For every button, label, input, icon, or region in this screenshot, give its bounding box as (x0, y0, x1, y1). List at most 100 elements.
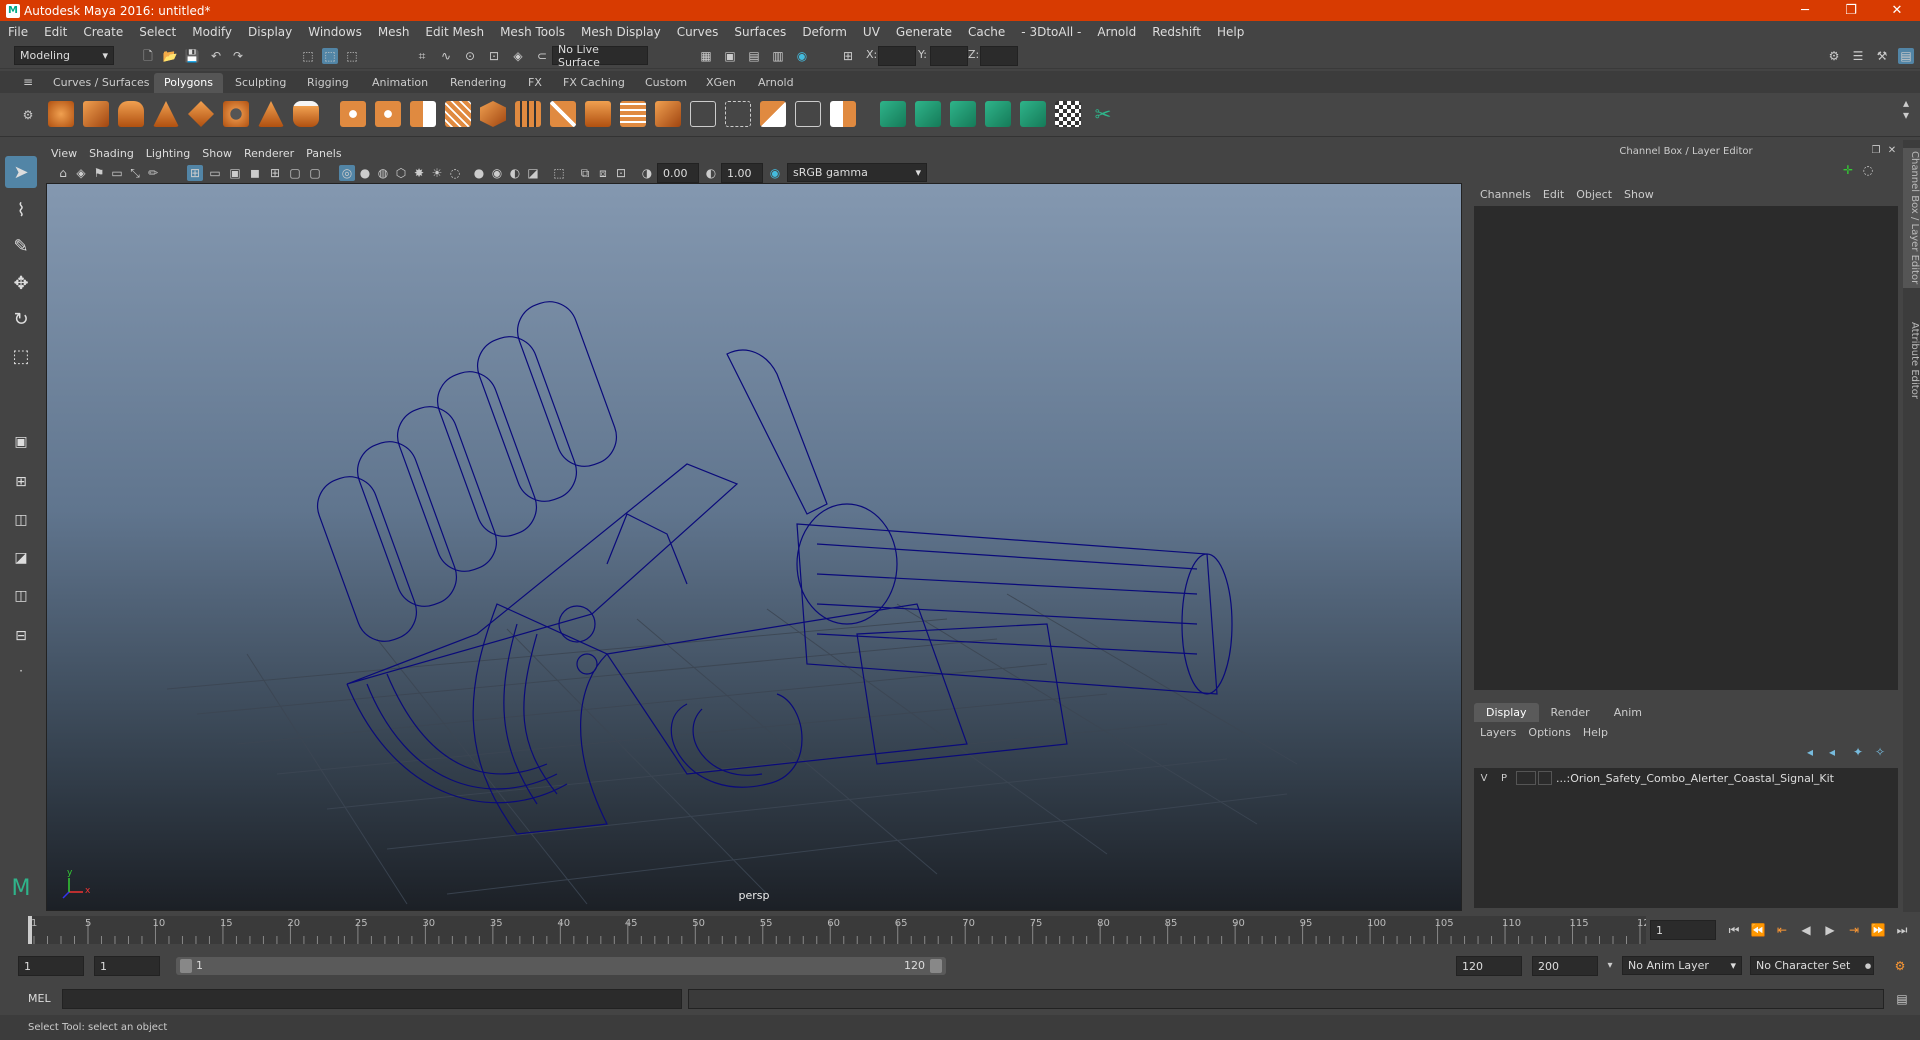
play-forwards-icon[interactable]: ▶ (1822, 922, 1838, 938)
shelf-tab-animation[interactable]: Animation (362, 73, 438, 93)
menu-generate[interactable]: Generate (888, 25, 960, 39)
poly-cube-icon[interactable] (83, 101, 109, 127)
menu-mesh-display[interactable]: Mesh Display (573, 25, 669, 39)
step-back-icon[interactable]: ⏪ (1750, 922, 1766, 938)
view-transform-dropdown[interactable]: sRGB gamma ▾ (787, 163, 927, 182)
safe-title-icon[interactable]: ▢ (307, 165, 323, 181)
options-menu[interactable]: Options (1522, 726, 1576, 739)
exposure-icon[interactable]: ◑ (639, 165, 655, 181)
menu-arnold[interactable]: Arnold (1089, 25, 1144, 39)
select-hierarchy-icon[interactable]: ⬚ (300, 48, 316, 64)
camera-attributes-icon[interactable]: ◈ (73, 165, 89, 181)
menu-curves[interactable]: Curves (669, 25, 727, 39)
edit-menu[interactable]: Edit (1537, 188, 1570, 201)
grease-pencil-icon[interactable]: ✏ (145, 165, 161, 181)
layer-type-toggle[interactable] (1516, 771, 1536, 785)
animation-end-field[interactable]: 200 (1532, 956, 1598, 976)
panel-menu-panels[interactable]: Panels (300, 147, 347, 160)
two-d-pan-zoom-icon[interactable]: ⤡ (127, 165, 143, 181)
insert-edge-loop-icon[interactable] (620, 101, 646, 127)
channel-box-toggle-icon[interactable]: ▤ (1898, 48, 1914, 64)
layer-tab-anim[interactable]: Anim (1602, 703, 1654, 722)
side-tab-attribute-editor[interactable]: Attribute Editor (1903, 310, 1920, 410)
character-set-dropdown[interactable]: No Character Set (1750, 956, 1874, 975)
resolution-gate-icon[interactable]: ▣ (227, 165, 243, 181)
render-frame-icon[interactable]: ▣ (722, 48, 738, 64)
uv-editor-layout-icon[interactable]: ⊟ (5, 620, 37, 652)
rotate-tool-icon[interactable]: ↻ (5, 303, 37, 335)
snap-surface-icon[interactable]: ◈ (510, 48, 526, 64)
menu-3dtoall[interactable]: - 3DtoAll - (1013, 25, 1089, 39)
tool-settings-icon[interactable]: ⚒ (1874, 48, 1890, 64)
close-button[interactable]: ✕ (1874, 0, 1920, 21)
wireframe-on-shaded-icon[interactable]: ◍ (375, 165, 391, 181)
menu-create[interactable]: Create (75, 25, 131, 39)
animation-preferences-icon[interactable]: ⚙ (1892, 958, 1908, 974)
layer-name[interactable]: ...:Orion_Safety_Combo_Alerter_Coastal_S… (1556, 772, 1834, 785)
graph-editor-layout-icon[interactable]: ◪ (5, 542, 37, 574)
menu-windows[interactable]: Windows (300, 25, 370, 39)
menu-deform[interactable]: Deform (794, 25, 855, 39)
move-layer-up-icon[interactable]: ◂ (1802, 744, 1818, 760)
paint-select-tool-icon[interactable]: ✎ (5, 230, 37, 262)
snap-grid-icon[interactable]: ⌗ (414, 48, 430, 64)
fill-hole-icon[interactable] (830, 101, 856, 127)
snap-curve-icon[interactable]: ∿ (438, 48, 454, 64)
render-settings-icon[interactable]: ▦ (698, 48, 714, 64)
scale-tool-icon[interactable]: ⬚ (5, 340, 37, 372)
depth-of-field-icon[interactable]: ◐ (507, 165, 523, 181)
color-management-icon[interactable]: ◉ (767, 165, 783, 181)
textured-icon[interactable]: ⬡ (393, 165, 409, 181)
extrude-icon[interactable] (480, 101, 506, 127)
xray-components-icon[interactable]: ⧈ (595, 165, 611, 181)
select-object-icon[interactable]: ⬚ (322, 48, 338, 64)
four-view-layout-icon[interactable]: ⊞ (5, 466, 37, 498)
field-chart-icon[interactable]: ⊞ (267, 165, 283, 181)
multi-cut-icon[interactable] (655, 101, 681, 127)
film-gate-icon[interactable]: ▭ (207, 165, 223, 181)
menu-edit-mesh[interactable]: Edit Mesh (417, 25, 492, 39)
menu-select[interactable]: Select (131, 25, 184, 39)
poly-torus-icon[interactable] (223, 101, 249, 127)
panel-menu-lighting[interactable]: Lighting (140, 147, 196, 160)
single-perspective-layout-icon[interactable]: ▣ (5, 426, 37, 458)
close-panel-icon[interactable]: ✕ (1884, 143, 1900, 159)
motion-blur-icon[interactable]: ● (471, 165, 487, 181)
lasso-tool-icon[interactable]: ⌇ (5, 194, 37, 226)
channel-list[interactable] (1474, 206, 1898, 690)
menu-uv[interactable]: UV (855, 25, 888, 39)
snap-point-icon[interactable]: ⊙ (462, 48, 478, 64)
panel-menu-view[interactable]: View (45, 147, 83, 160)
shelf-tab-rigging[interactable]: Rigging (297, 73, 359, 93)
manipulator-icon[interactable]: ✛ (1840, 162, 1856, 178)
uv-unfold-icon[interactable] (1020, 101, 1046, 127)
channels-menu[interactable]: Channels (1474, 188, 1537, 201)
gate-mask-icon[interactable]: ◼ (247, 165, 263, 181)
panel-menu-shading[interactable]: Shading (83, 147, 140, 160)
side-tab-channel-box[interactable]: Channel Box / Layer Editor (1903, 148, 1920, 288)
undo-icon[interactable]: ↶ (208, 48, 224, 64)
menu-help[interactable]: Help (1209, 25, 1252, 39)
menu-edit[interactable]: Edit (36, 25, 75, 39)
help-menu[interactable]: Help (1577, 726, 1614, 739)
go-to-end-icon[interactable]: ⏭ (1894, 922, 1910, 938)
image-plane-icon[interactable]: ▭ (109, 165, 125, 181)
open-scene-icon[interactable]: 📂 (162, 48, 178, 64)
speed-icon[interactable]: ◌ (1860, 162, 1876, 178)
layer-tab-display[interactable]: Display (1474, 703, 1539, 722)
smooth-icon[interactable] (410, 101, 436, 127)
range-start-handle[interactable] (180, 959, 192, 973)
select-component-icon[interactable]: ⬚ (344, 48, 360, 64)
transform-lock-icon[interactable]: ⊞ (840, 48, 856, 64)
multisample-aa-icon[interactable]: ◉ (489, 165, 505, 181)
step-forward-icon[interactable]: ⏩ (1870, 922, 1886, 938)
shelf-menu-icon[interactable]: ≡ (20, 74, 36, 90)
script-editor-icon[interactable]: ▤ (1894, 991, 1910, 1007)
use-all-lights-icon[interactable]: ✸ (411, 165, 427, 181)
camera-select-icon[interactable]: ⌂ (55, 165, 71, 181)
poly-plane-icon[interactable] (188, 101, 214, 127)
playback-end-field[interactable]: 120 (1456, 956, 1522, 976)
current-frame-field[interactable]: 1 (1650, 920, 1716, 940)
menu-mesh-tools[interactable]: Mesh Tools (492, 25, 573, 39)
panel-menu-show[interactable]: Show (196, 147, 238, 160)
